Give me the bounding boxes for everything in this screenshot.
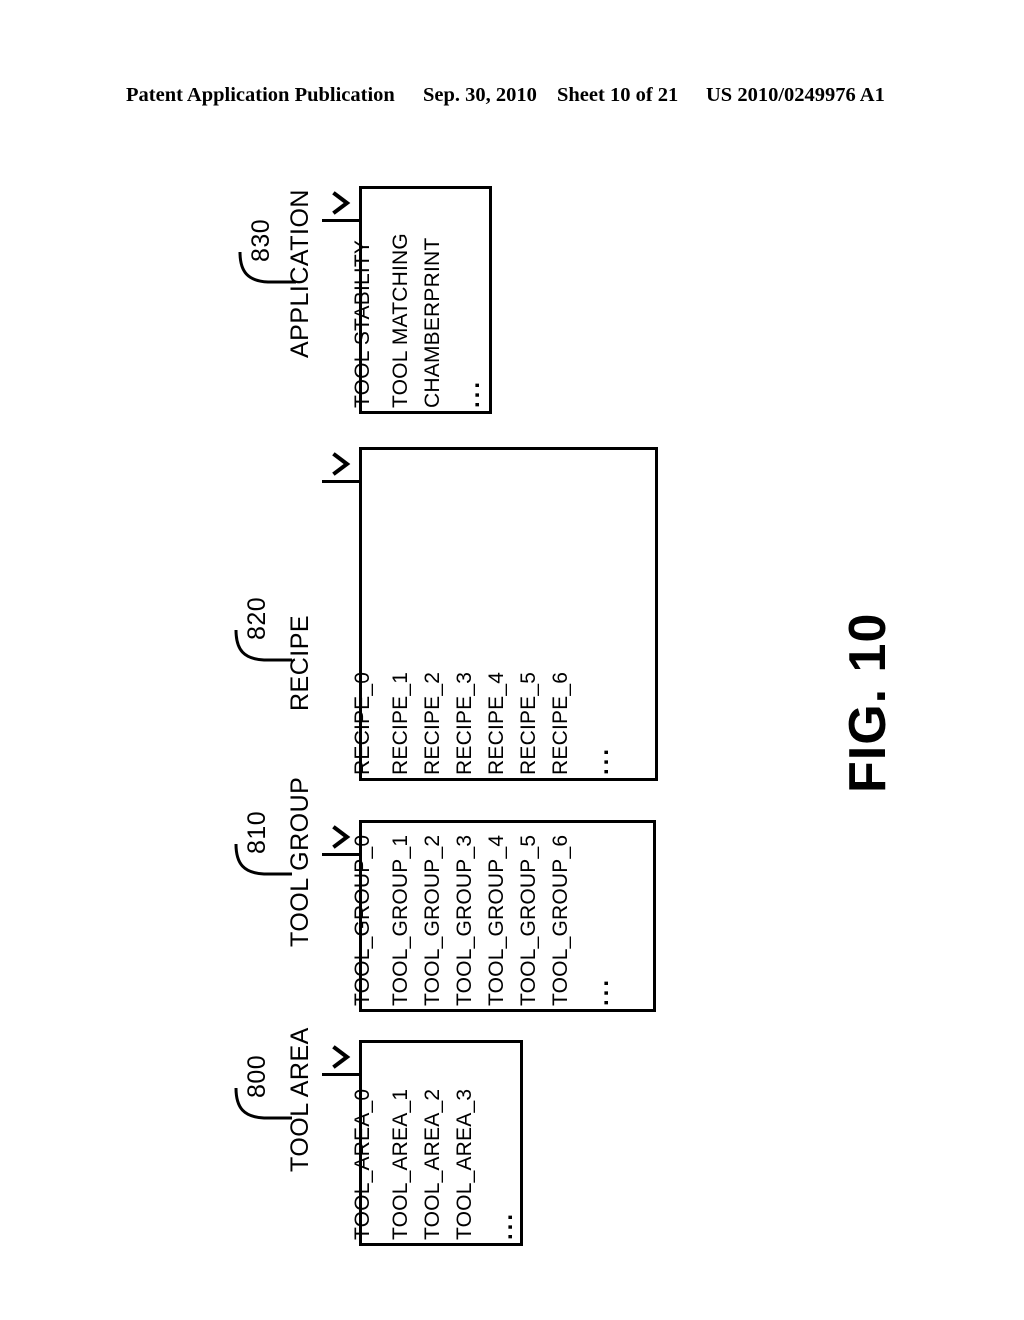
- dropdown-tool-group-option-0[interactable]: TOOL_GROUP_1: [389, 835, 413, 1006]
- header-date-label: Sep. 30, 2010: [423, 84, 537, 106]
- dropdown-tool-area-selected-value: TOOL_AREA_0: [351, 1088, 374, 1240]
- dropdown-application-selected-strip[interactable]: TOOL STABILITY: [322, 186, 374, 414]
- dropdown-tool-group[interactable]: TOOL_GROUP_0 TOOL_GROUP_1 TOOL_GROUP_2 T…: [322, 820, 656, 1012]
- header-publication-label: Patent Application Publication: [126, 84, 395, 106]
- dropdown-tool-area-chevron-cell[interactable]: [322, 1040, 359, 1076]
- header-sheet-label: Sheet 10 of 21: [557, 84, 679, 106]
- chevron-down-icon: [331, 190, 350, 215]
- dropdown-tool-area-option-1[interactable]: TOOL_AREA_2: [421, 1089, 445, 1240]
- dropdown-application-option-0[interactable]: TOOL MATCHING: [389, 233, 413, 408]
- dropdown-recipe-chevron-cell[interactable]: [322, 447, 359, 483]
- dropdown-application-selected-value: TOOL STABILITY: [351, 239, 374, 408]
- dropdown-application-option-ellipsis: ...: [458, 378, 485, 408]
- dropdown-tool-group-selected-strip[interactable]: TOOL_GROUP_0: [322, 820, 374, 1012]
- chevron-down-icon: [331, 1044, 350, 1069]
- dropdown-application-chevron-cell[interactable]: [322, 186, 359, 222]
- reference-numeral-800: 800: [243, 1054, 271, 1098]
- dropdown-recipe-option-4[interactable]: RECIPE_5: [517, 672, 541, 775]
- dropdown-recipe[interactable]: RECIPE_0 RECIPE_1 RECIPE_2 RECIPE_3 RECI…: [322, 447, 658, 781]
- dropdown-application[interactable]: TOOL STABILITY TOOL MATCHING CHAMBERPRIN…: [322, 186, 492, 414]
- dropdown-recipe-option-0[interactable]: RECIPE_1: [389, 672, 413, 775]
- dropdown-recipe-option-2[interactable]: RECIPE_3: [453, 672, 477, 775]
- dropdown-recipe-selected-strip[interactable]: RECIPE_0: [322, 447, 374, 781]
- dropdown-tool-group-option-ellipsis: ...: [587, 976, 614, 1006]
- reference-numeral-830: 830: [247, 218, 275, 262]
- dropdown-recipe-option-ellipsis: ...: [587, 745, 614, 775]
- dropdown-tool-area-option-0[interactable]: TOOL_AREA_1: [389, 1089, 413, 1240]
- header-patent-number: US 2010/0249976 A1: [706, 84, 885, 106]
- patent-figure-page: Patent Application Publication Sep. 30, …: [0, 0, 1024, 1320]
- dropdown-tool-group-option-3[interactable]: TOOL_GROUP_4: [485, 835, 509, 1006]
- dropdown-recipe-option-3[interactable]: RECIPE_4: [485, 672, 509, 775]
- page-header: Patent Application Publication Sep. 30, …: [0, 84, 1024, 118]
- dropdown-tool-area-selected-strip[interactable]: TOOL_AREA_0: [322, 1040, 374, 1246]
- chevron-down-icon: [331, 451, 350, 476]
- reference-numeral-810: 810: [243, 810, 271, 854]
- dropdown-recipe-option-1[interactable]: RECIPE_2: [421, 672, 445, 775]
- dropdown-tool-area[interactable]: TOOL_AREA_0 TOOL_AREA_1 TOOL_AREA_2 TOOL…: [322, 1040, 523, 1246]
- dropdown-recipe-selected-value: RECIPE_0: [351, 671, 374, 775]
- dropdown-tool-group-selected-value: TOOL_GROUP_0: [351, 834, 374, 1006]
- figure-title: FIG. 10: [839, 612, 897, 793]
- dropdown-recipe-option-5[interactable]: RECIPE_6: [549, 672, 573, 775]
- chevron-down-icon: [331, 824, 350, 849]
- reference-numeral-820: 820: [243, 596, 271, 640]
- dropdown-application-option-1[interactable]: CHAMBERPRINT: [421, 238, 445, 408]
- dropdown-tool-area-option-2[interactable]: TOOL_AREA_3: [453, 1089, 477, 1240]
- dropdown-tool-group-option-2[interactable]: TOOL_GROUP_3: [453, 835, 477, 1006]
- dropdown-tool-group-option-5[interactable]: TOOL_GROUP_6: [549, 835, 573, 1006]
- dropdown-tool-group-option-4[interactable]: TOOL_GROUP_5: [517, 835, 541, 1006]
- dropdown-tool-group-option-1[interactable]: TOOL_GROUP_2: [421, 835, 445, 1006]
- dropdown-tool-area-option-ellipsis: ...: [491, 1210, 518, 1240]
